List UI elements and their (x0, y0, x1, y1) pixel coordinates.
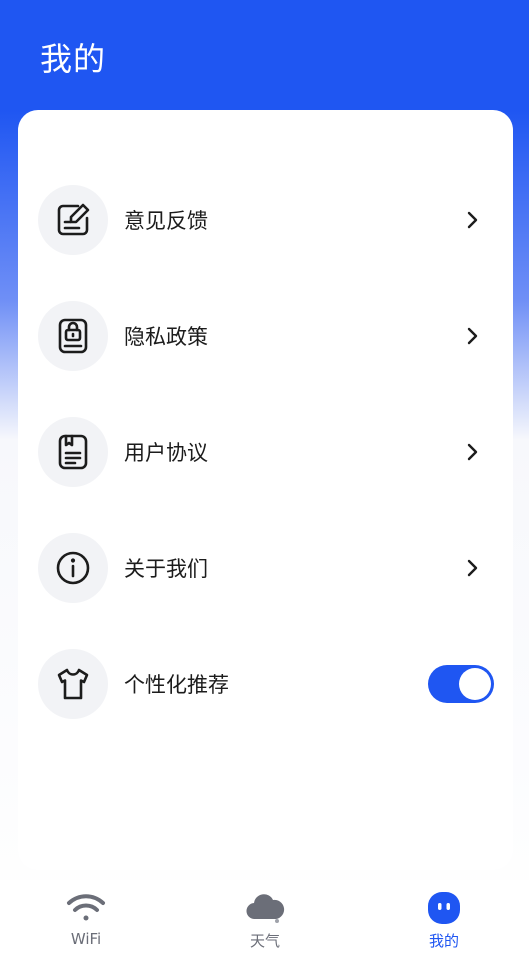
bottom-tab-bar: WiFi 天气 我的 (0, 880, 529, 956)
chevron-right-icon (467, 327, 478, 345)
privacy-lock-icon (38, 301, 108, 371)
menu-item-label: 关于我们 (124, 557, 208, 581)
menu-item-label: 用户协议 (124, 441, 208, 465)
wifi-icon (36, 890, 136, 926)
tab-label: WiFi (70, 930, 102, 948)
toggle-knob (459, 668, 491, 700)
chevron-right-icon (467, 443, 478, 461)
info-icon (38, 533, 108, 603)
menu-item-label: 个性化推荐 (124, 673, 229, 697)
document-icon (38, 417, 108, 487)
tab-wifi[interactable]: WiFi (36, 890, 136, 948)
tab-weather[interactable]: 天气 (215, 890, 315, 951)
tab-label: 天气 (249, 932, 280, 950)
menu-item-about-us[interactable]: 关于我们 (38, 532, 498, 604)
personalized-recommendation-toggle[interactable] (428, 665, 494, 703)
cloud-icon (215, 890, 315, 926)
header: 我的 (0, 0, 529, 110)
settings-card: 意见反馈 隐私政策 用户协议 关于我们 个性化推荐 (18, 110, 513, 870)
chevron-right-icon (467, 211, 478, 229)
menu-item-personalized-recommendation: 个性化推荐 (38, 648, 494, 720)
page-title: 我的 (40, 40, 107, 78)
tab-label: 我的 (428, 932, 459, 950)
menu-item-user-agreement[interactable]: 用户协议 (38, 416, 498, 488)
tshirt-icon (38, 649, 108, 719)
chevron-right-icon (467, 559, 478, 577)
menu-item-privacy[interactable]: 隐私政策 (38, 300, 498, 372)
menu-item-label: 隐私政策 (124, 325, 208, 349)
feedback-icon (38, 185, 108, 255)
profile-face-icon (394, 890, 494, 926)
menu-item-feedback[interactable]: 意见反馈 (38, 184, 498, 256)
tab-mine[interactable]: 我的 (394, 890, 494, 951)
menu-item-label: 意见反馈 (124, 209, 208, 233)
